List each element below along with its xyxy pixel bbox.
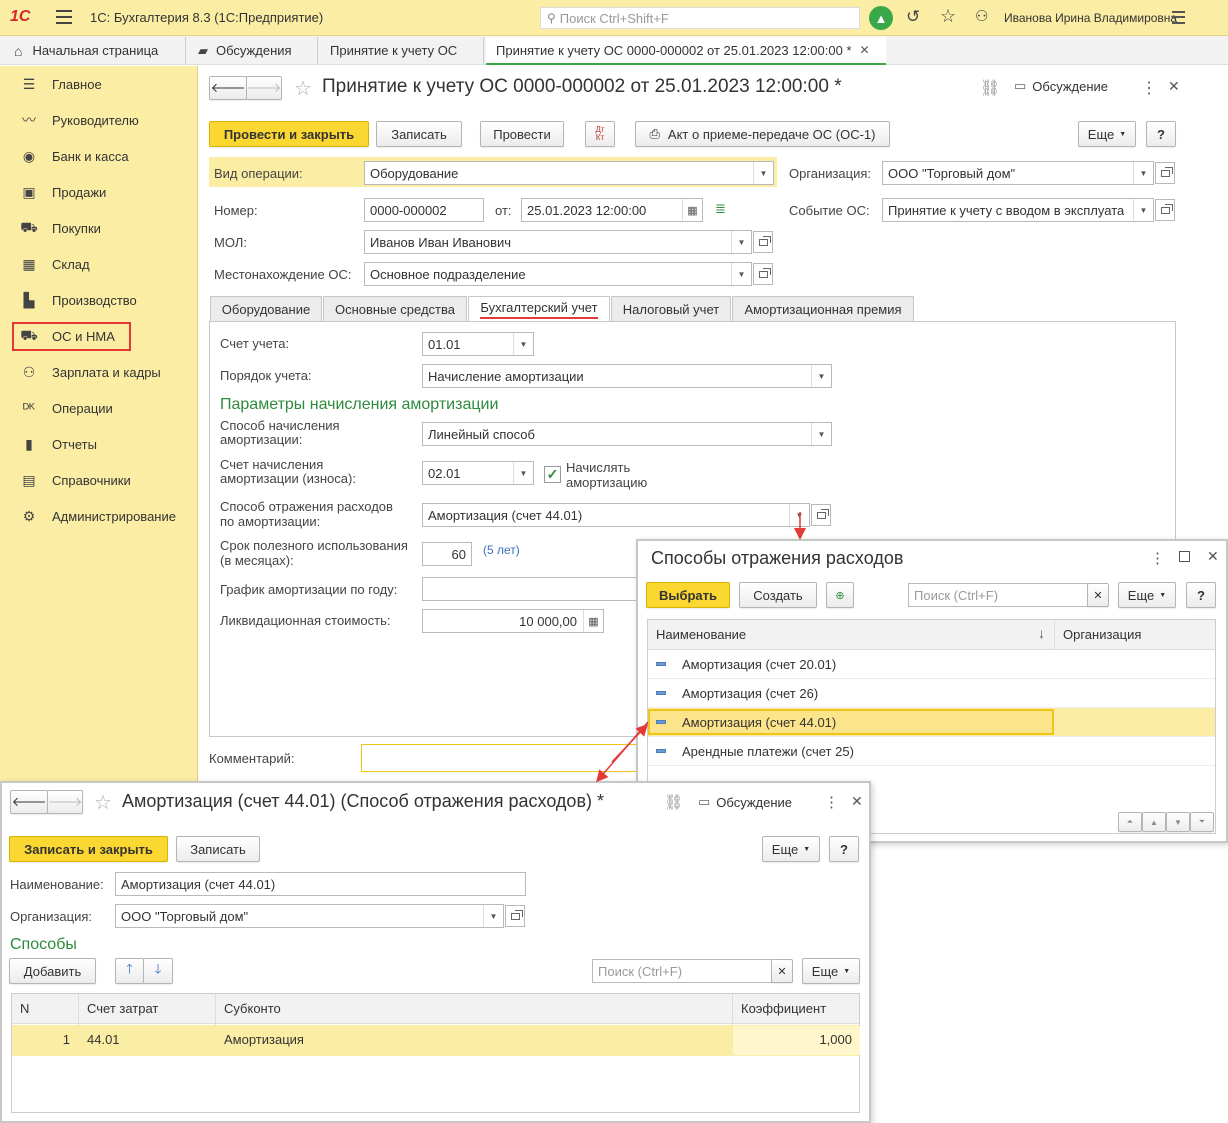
arrow-to-row [611,723,649,763]
annotation-arrows [596,512,806,783]
